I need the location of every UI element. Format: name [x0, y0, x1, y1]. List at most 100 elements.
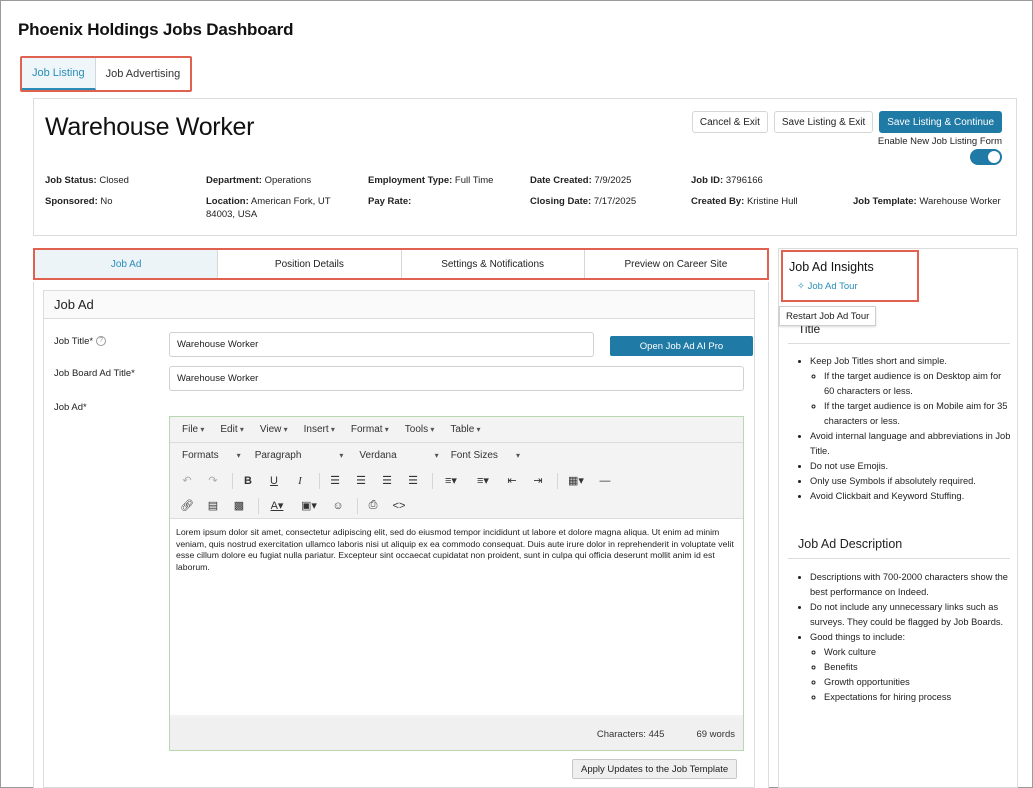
- font-size-select[interactable]: Font Sizes: [445, 450, 526, 461]
- editor-format-row: ↶ ↷ B U I ☰ ☰ ☰ ☰ ≡▾ ≡▾ ⇤ ⇥ ▦▾ —: [170, 468, 743, 493]
- job-ad-panel: Job Ad Job Title*? Warehouse Worker Open…: [33, 282, 769, 788]
- job-title-input[interactable]: Warehouse Worker: [169, 332, 594, 357]
- background-color-icon[interactable]: ▣▾: [295, 496, 323, 516]
- title-tips: Keep Job Titles short and simple. If the…: [790, 354, 1012, 504]
- meta-job-id: Job ID: 3796166: [691, 175, 763, 186]
- meta-location: Location: American Fork, UT 84003, USA: [206, 196, 331, 220]
- list-item: Avoid Clickbait and Keyword Stuffing.: [810, 489, 1012, 504]
- editor-content[interactable]: Lorem ipsum dolor sit amet, consectetur …: [170, 518, 743, 715]
- menu-insert[interactable]: Insert: [296, 424, 343, 435]
- undo-icon[interactable]: ↶: [176, 471, 198, 491]
- list-item: Only use Symbols if absolutely required.: [810, 474, 1012, 489]
- apply-template-updates-button[interactable]: Apply Updates to the Job Template: [572, 759, 738, 779]
- menu-file[interactable]: File: [174, 424, 212, 435]
- job-ad-card: Job Ad Job Title*? Warehouse Worker Open…: [43, 290, 755, 788]
- editor-insert-row: 🔗︎ ▤ ▩ A▾ ▣▾ ☺ ⎙ <>: [170, 493, 743, 518]
- source-code-icon[interactable]: <>: [388, 496, 410, 516]
- insights-title: Job Ad Insights: [789, 260, 874, 274]
- meta-sponsored: Sponsored: No: [45, 196, 113, 207]
- list-item: Do not include any unnecessary links suc…: [810, 600, 1012, 630]
- indent-icon[interactable]: ⇥: [527, 471, 549, 491]
- align-justify-icon[interactable]: ☰: [402, 471, 424, 491]
- job-board-title-input[interactable]: Warehouse Worker: [169, 366, 744, 391]
- link-icon[interactable]: 🔗︎: [176, 496, 198, 516]
- restart-tour-tooltip[interactable]: Restart Job Ad Tour: [779, 306, 877, 326]
- meta-pay-rate: Pay Rate:: [368, 196, 412, 207]
- meta-employment-type: Employment Type: Full Time: [368, 175, 494, 186]
- job-title-heading: Warehouse Worker: [45, 113, 255, 141]
- tab-job-advertising[interactable]: Job Advertising: [95, 58, 191, 90]
- block-format-select[interactable]: Paragraph: [249, 450, 350, 461]
- redo-icon[interactable]: ↷: [202, 471, 224, 491]
- open-ai-pro-button[interactable]: Open Job Ad AI Pro: [610, 336, 753, 356]
- align-right-icon[interactable]: ☰: [376, 471, 398, 491]
- meta-created-by: Created By: Kristine Hull: [691, 196, 798, 207]
- word-count: 69 words: [696, 728, 735, 740]
- save-continue-button[interactable]: Save Listing & Continue: [879, 111, 1002, 133]
- underline-icon[interactable]: U: [263, 471, 285, 491]
- job-ad-label: Job Ad*: [54, 402, 87, 413]
- list-item: Keep Job Titles short and simple.: [810, 354, 1012, 369]
- job-board-title-label: Job Board Ad Title*: [54, 368, 135, 379]
- tab-position-details[interactable]: Position Details: [218, 250, 402, 278]
- tab-job-listing[interactable]: Job Listing: [22, 58, 96, 90]
- help-icon[interactable]: ?: [96, 336, 107, 347]
- new-form-toggle[interactable]: [970, 149, 1002, 165]
- print-icon[interactable]: ⎙: [362, 496, 384, 516]
- rich-text-editor: File Edit View Insert Format Tools Table…: [169, 416, 744, 751]
- bullet-list-icon[interactable]: ≡▾: [437, 471, 465, 491]
- meta-closing-date: Closing Date: 7/17/2025: [530, 196, 637, 207]
- bold-icon[interactable]: B: [237, 471, 259, 491]
- cancel-exit-button[interactable]: Cancel & Exit: [691, 111, 768, 133]
- job-sub-tabs: Job Ad Position Details Settings & Notif…: [33, 248, 769, 280]
- description-tips-heading: Job Ad Description: [798, 537, 903, 551]
- menu-tools[interactable]: Tools: [397, 424, 443, 435]
- meta-status: Job Status: Closed: [45, 175, 129, 186]
- list-item: If the target audience is on Desktop aim…: [824, 369, 1012, 399]
- list-item: Descriptions with 700-2000 characters sh…: [810, 570, 1012, 600]
- sparkle-icon: ✧: [797, 281, 805, 292]
- meta-department: Department: Operations: [206, 175, 312, 186]
- numbered-list-icon[interactable]: ≡▾: [469, 471, 497, 491]
- editor-status-bar: Characters: 445 69 words: [170, 718, 743, 750]
- insights-header: Job Ad Insights ✧ Job Ad Tour: [781, 250, 919, 302]
- menu-edit[interactable]: Edit: [212, 424, 251, 435]
- align-center-icon[interactable]: ☰: [350, 471, 372, 491]
- list-item: Work culture: [824, 645, 1012, 660]
- editor-select-row: Formats Paragraph Verdana Font Sizes: [170, 443, 743, 468]
- outdent-icon[interactable]: ⇤: [501, 471, 523, 491]
- table-icon[interactable]: ▦▾: [562, 471, 590, 491]
- horizontal-rule-icon[interactable]: —: [594, 471, 616, 491]
- tab-job-ad[interactable]: Job Ad: [35, 250, 219, 278]
- job-ad-tour-link[interactable]: ✧ Job Ad Tour: [797, 281, 858, 292]
- top-tabs: Job Listing Job Advertising: [20, 56, 193, 92]
- menu-view[interactable]: View: [252, 424, 296, 435]
- menu-format[interactable]: Format: [343, 424, 397, 435]
- image-icon[interactable]: ▤: [202, 496, 224, 516]
- list-item: Benefits: [824, 660, 1012, 675]
- description-tips: Descriptions with 700-2000 characters sh…: [790, 570, 1012, 705]
- emoji-icon[interactable]: ☺: [327, 496, 349, 516]
- job-title-label: Job Title*?: [54, 336, 107, 347]
- list-item: Expectations for hiring process: [824, 690, 1012, 705]
- italic-icon[interactable]: I: [289, 471, 311, 491]
- text-color-icon[interactable]: A▾: [263, 496, 291, 516]
- formats-select[interactable]: Formats: [176, 450, 247, 461]
- align-left-icon[interactable]: ☰: [324, 471, 346, 491]
- editor-menubar: File Edit View Insert Format Tools Table: [170, 417, 743, 443]
- meta-job-template: Job Template: Warehouse Worker: [853, 196, 1001, 207]
- meta-date-created: Date Created: 7/9/2025: [530, 175, 632, 186]
- tab-settings-notifications[interactable]: Settings & Notifications: [402, 250, 585, 278]
- list-item: Good things to include:: [810, 630, 1012, 645]
- job-header-card: Warehouse Worker Cancel & Exit Save List…: [33, 98, 1017, 236]
- job-ad-heading: Job Ad: [44, 291, 754, 319]
- font-family-select[interactable]: Verdana: [353, 450, 444, 461]
- tab-preview-career-site[interactable]: Preview on Career Site: [585, 250, 767, 278]
- new-form-toggle-label: Enable New Job Listing Form: [877, 136, 1002, 147]
- save-exit-button[interactable]: Save Listing & Exit: [773, 111, 874, 133]
- menu-table[interactable]: Table: [442, 424, 488, 435]
- list-item: If the target audience is on Mobile aim …: [824, 399, 1012, 429]
- media-icon[interactable]: ▩: [228, 496, 250, 516]
- character-count: Characters: 445: [596, 728, 665, 740]
- list-item: Do not use Emojis.: [810, 459, 1012, 474]
